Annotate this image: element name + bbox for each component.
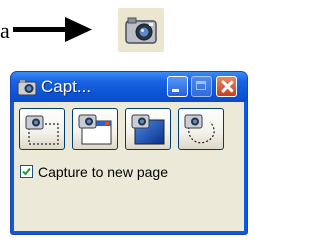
window-title: Capt... <box>41 77 92 96</box>
window-client-area: Capture to new page <box>14 102 244 231</box>
fullscreen-capture-icon <box>131 114 165 145</box>
window-capture-icon <box>78 114 112 145</box>
minimize-button[interactable] <box>167 76 188 97</box>
capture-to-new-page-checkbox[interactable] <box>20 165 33 178</box>
checkmark-icon <box>22 167 31 176</box>
camera-tray-icon[interactable] <box>118 8 164 52</box>
maximize-button <box>191 76 212 97</box>
window-titlebar[interactable]: Capt... <box>11 72 247 102</box>
right-arrow-icon <box>13 17 92 42</box>
capture-to-new-page-label: Capture to new page <box>38 164 168 180</box>
capture-window-button[interactable] <box>72 108 118 150</box>
close-button[interactable] <box>216 76 237 97</box>
freeform-capture-icon <box>184 114 215 144</box>
caption-text-fragment: a <box>0 18 10 43</box>
capture-window: Capt... Capture to new page <box>10 71 248 235</box>
camera-icon <box>125 17 157 44</box>
region-capture-icon <box>25 115 59 145</box>
capture-fullscreen-button[interactable] <box>125 108 171 150</box>
capture-region-button[interactable] <box>19 108 65 150</box>
capture-freeform-button[interactable] <box>178 108 224 150</box>
camera-icon <box>17 80 37 96</box>
